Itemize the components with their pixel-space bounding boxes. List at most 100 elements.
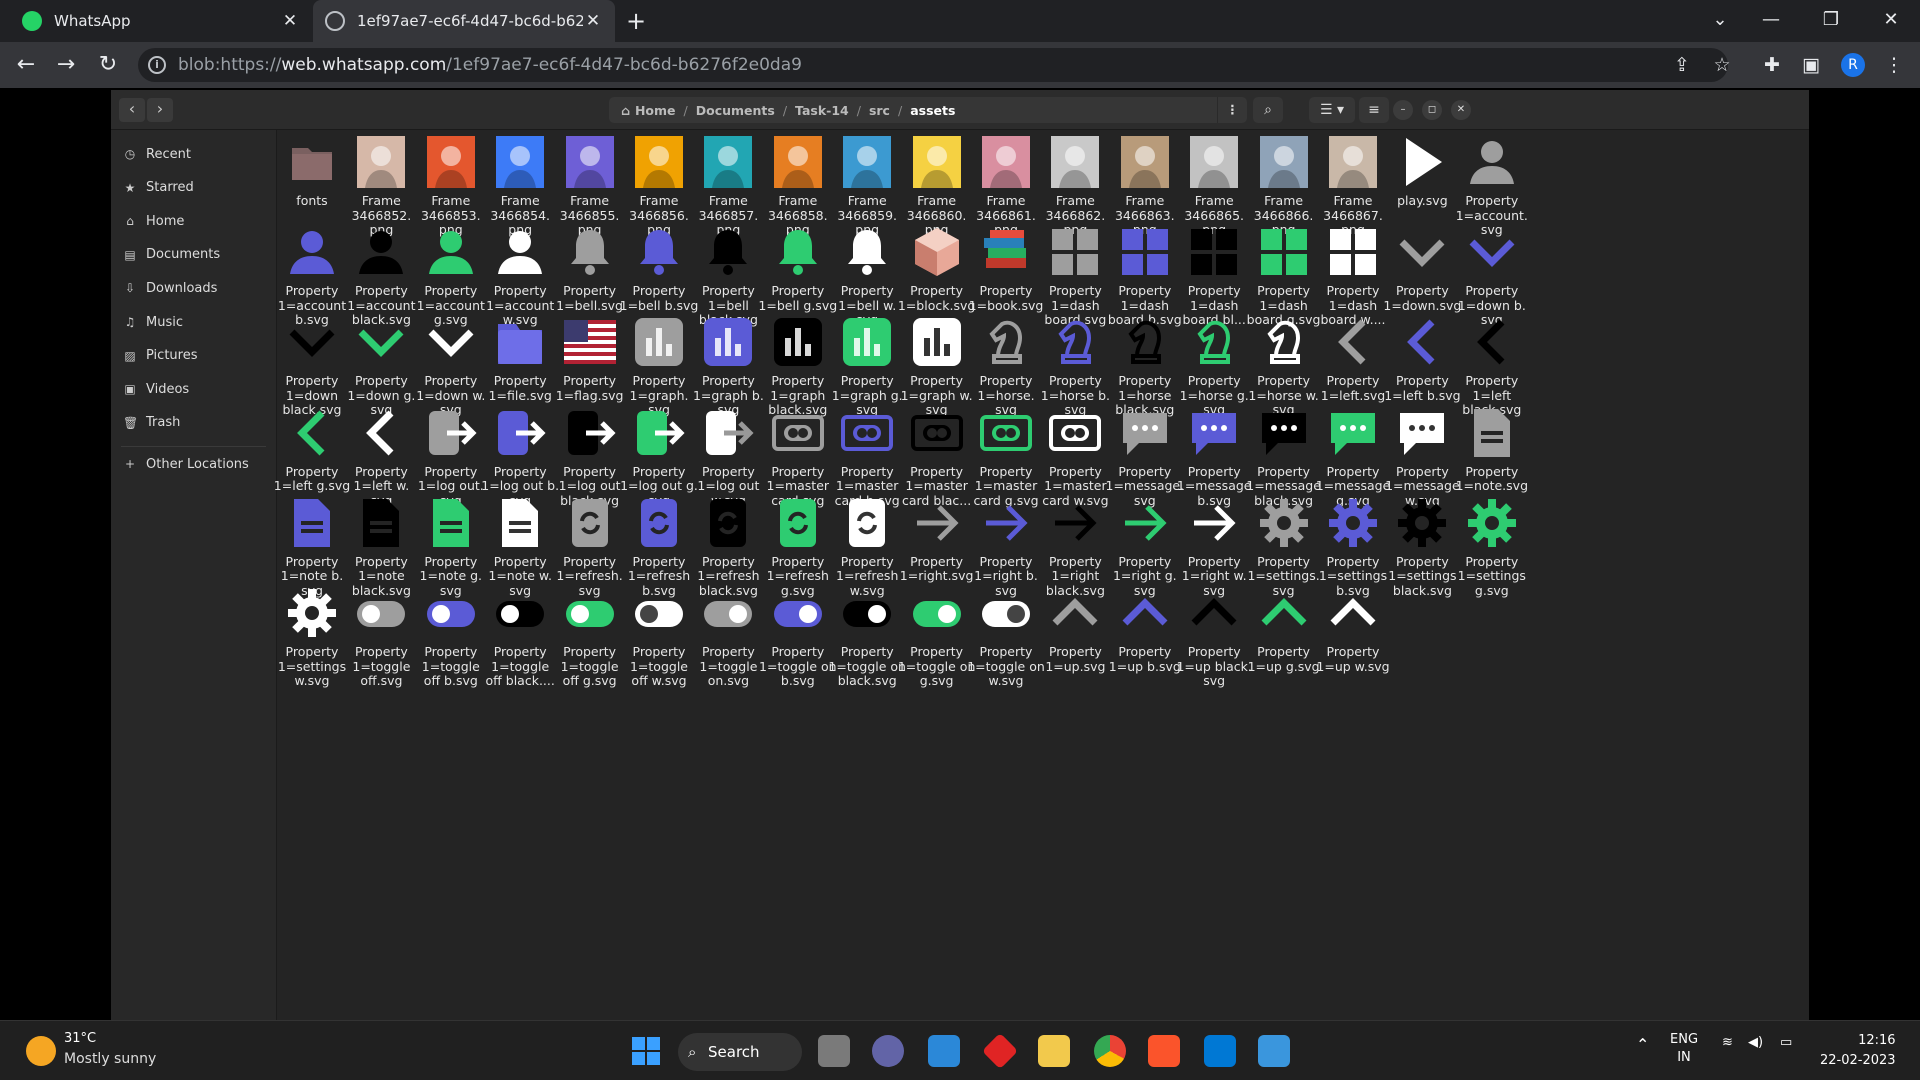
extensions-icon[interactable]: ✚: [1758, 52, 1786, 78]
volume-icon[interactable]: ◀): [1748, 1035, 1763, 1050]
right-icon: [909, 495, 965, 551]
left-icon: [284, 405, 340, 461]
account-icon: [353, 224, 409, 280]
photo-icon: [353, 134, 409, 190]
side-panel-icon[interactable]: ▣: [1797, 52, 1825, 78]
minimize-button[interactable]: —: [1741, 0, 1801, 42]
sidebar-item-pictures[interactable]: ▨ Pictures: [111, 341, 277, 371]
toggle-on-icon: [978, 585, 1034, 641]
sidebar-item-recent[interactable]: ◷ Recent: [111, 139, 277, 169]
photo-icon: [562, 134, 618, 190]
close-tab-icon[interactable]: ✕: [280, 11, 300, 31]
refresh-icon: [839, 495, 895, 551]
close-tab-icon[interactable]: ✕: [583, 11, 603, 31]
message-icon: [1117, 405, 1173, 461]
graph-icon: [700, 314, 756, 370]
sidebar-item-videos[interactable]: ▣ Videos: [111, 374, 277, 404]
share-icon[interactable]: ⇪: [1668, 52, 1696, 78]
reload-button[interactable]: ↻: [92, 50, 124, 80]
sidebar-item-label: Starred: [146, 180, 194, 196]
breadcrumb-documents[interactable]: Documents: [696, 103, 775, 118]
taskbar-search[interactable]: ⌕ Search: [678, 1033, 802, 1071]
up-icon: [1117, 585, 1173, 641]
toggle-off-icon: [423, 585, 479, 641]
file-explorer-icon[interactable]: [1038, 1035, 1070, 1067]
address-bar[interactable]: i blob:https://web.whatsapp.com/1ef97ae7…: [138, 48, 1728, 82]
toggle-on-icon: [839, 585, 895, 641]
sidebar-item-label: Downloads: [146, 280, 218, 296]
brave-icon[interactable]: [1148, 1035, 1180, 1067]
search-icon[interactable]: ⌕: [1253, 97, 1283, 123]
back-button[interactable]: ‹: [119, 98, 145, 122]
menu-icon[interactable]: ⋮: [1880, 52, 1908, 78]
back-button[interactable]: ←: [10, 50, 42, 80]
tray-overflow-icon[interactable]: ⌃: [1636, 1035, 1649, 1054]
breadcrumb-assets[interactable]: assets: [910, 103, 955, 118]
menu-icon[interactable]: ≡: [1359, 97, 1389, 123]
sidebar-item-label: Pictures: [146, 348, 198, 364]
sidebar-item-trash[interactable]: 🗑 Trash: [111, 408, 277, 438]
file-manager-window: ‹ › ⌂ Home / Documents / Task-14 / src /…: [111, 90, 1809, 1020]
path-menu-icon[interactable]: ⋮: [1217, 97, 1247, 123]
chrome-icon[interactable]: [1094, 1035, 1126, 1067]
minimize-icon[interactable]: –: [1393, 100, 1413, 120]
store-icon[interactable]: [928, 1035, 960, 1067]
close-window-button[interactable]: ✕: [1861, 0, 1920, 42]
close-icon[interactable]: ✕: [1451, 100, 1471, 120]
info-icon[interactable]: i: [148, 56, 166, 74]
app-icon[interactable]: [981, 1032, 1019, 1070]
photo-icon: [978, 134, 1034, 190]
refresh-icon: [562, 495, 618, 551]
bookmark-star-icon[interactable]: ☆: [1708, 52, 1736, 78]
sidebar-item-label: Music: [146, 314, 183, 330]
right-icon: [1117, 495, 1173, 551]
breadcrumb-task[interactable]: Task-14: [795, 103, 849, 118]
sidebar-item-label: Videos: [146, 381, 190, 397]
tab-whatsapp[interactable]: WhatsApp ✕: [10, 0, 312, 42]
breadcrumb-home[interactable]: Home: [635, 103, 676, 118]
sun-icon[interactable]: [26, 1036, 56, 1066]
horse-icon: [1117, 314, 1173, 370]
sidebar-item-other-locations[interactable]: + Other Locations: [111, 449, 277, 479]
document-icon: ▤: [124, 247, 136, 262]
search-icon: ⌕: [688, 1043, 697, 1061]
chat-icon[interactable]: [872, 1035, 904, 1067]
file-item[interactable]: Property 1=settings g.svg: [1450, 495, 1534, 605]
forward-button[interactable]: ›: [147, 98, 173, 122]
graph-icon: [909, 314, 965, 370]
breadcrumb-src[interactable]: src: [869, 103, 890, 118]
bell-icon: [700, 224, 756, 280]
tab-title: WhatsApp: [54, 12, 131, 30]
view-list-icon[interactable]: ☰ ▾: [1309, 97, 1355, 123]
sidebar-item-home[interactable]: ⌂ Home: [111, 206, 277, 236]
clock[interactable]: 12:16 22-02-2023: [1820, 1031, 1896, 1071]
new-tab-button[interactable]: +: [620, 6, 652, 36]
photos-icon[interactable]: [1258, 1035, 1290, 1067]
vscode-icon[interactable]: [1204, 1035, 1236, 1067]
tab-blob[interactable]: 1ef97ae7-ec6f-4d47-bc6d-b6276 ✕: [313, 0, 615, 42]
wifi-icon[interactable]: ≋: [1722, 1035, 1733, 1050]
task-view-icon[interactable]: [818, 1035, 850, 1067]
down-icon: [1464, 224, 1520, 280]
sidebar-item-starred[interactable]: ★ Starred: [111, 173, 277, 203]
sidebar-item-documents[interactable]: ▤ Documents: [111, 240, 277, 270]
left-icon: [353, 405, 409, 461]
browser-tab-strip: WhatsApp ✕ 1ef97ae7-ec6f-4d47-bc6d-b6276…: [0, 0, 1920, 42]
restore-button[interactable]: ❐: [1801, 0, 1861, 42]
url-text: blob:https://web.whatsapp.com/1ef97ae7-e…: [178, 55, 802, 75]
star-icon: ★: [124, 180, 136, 195]
sidebar-item-downloads[interactable]: ⇩ Downloads: [111, 273, 277, 303]
photo-icon: [909, 134, 965, 190]
battery-icon[interactable]: ▭: [1780, 1035, 1792, 1050]
forward-button[interactable]: →: [50, 50, 82, 80]
account-icon: [492, 224, 548, 280]
sidebar-item-label: Documents: [146, 247, 221, 263]
windows-taskbar: 31°C Mostly sunny ⌕ Search ⌃ ENG IN ≋ ◀)…: [0, 1020, 1920, 1080]
language-indicator[interactable]: ENG IN: [1670, 1031, 1698, 1067]
profile-avatar[interactable]: R: [1841, 53, 1865, 77]
sidebar-item-music[interactable]: ♫ Music: [111, 307, 277, 337]
maximize-icon[interactable]: ◻: [1422, 100, 1442, 120]
windows-start-icon[interactable]: [630, 1035, 662, 1067]
file-name: Property 1=note.svg: [1455, 463, 1528, 494]
file-item[interactable]: Property 1=up w.svg: [1311, 585, 1395, 695]
